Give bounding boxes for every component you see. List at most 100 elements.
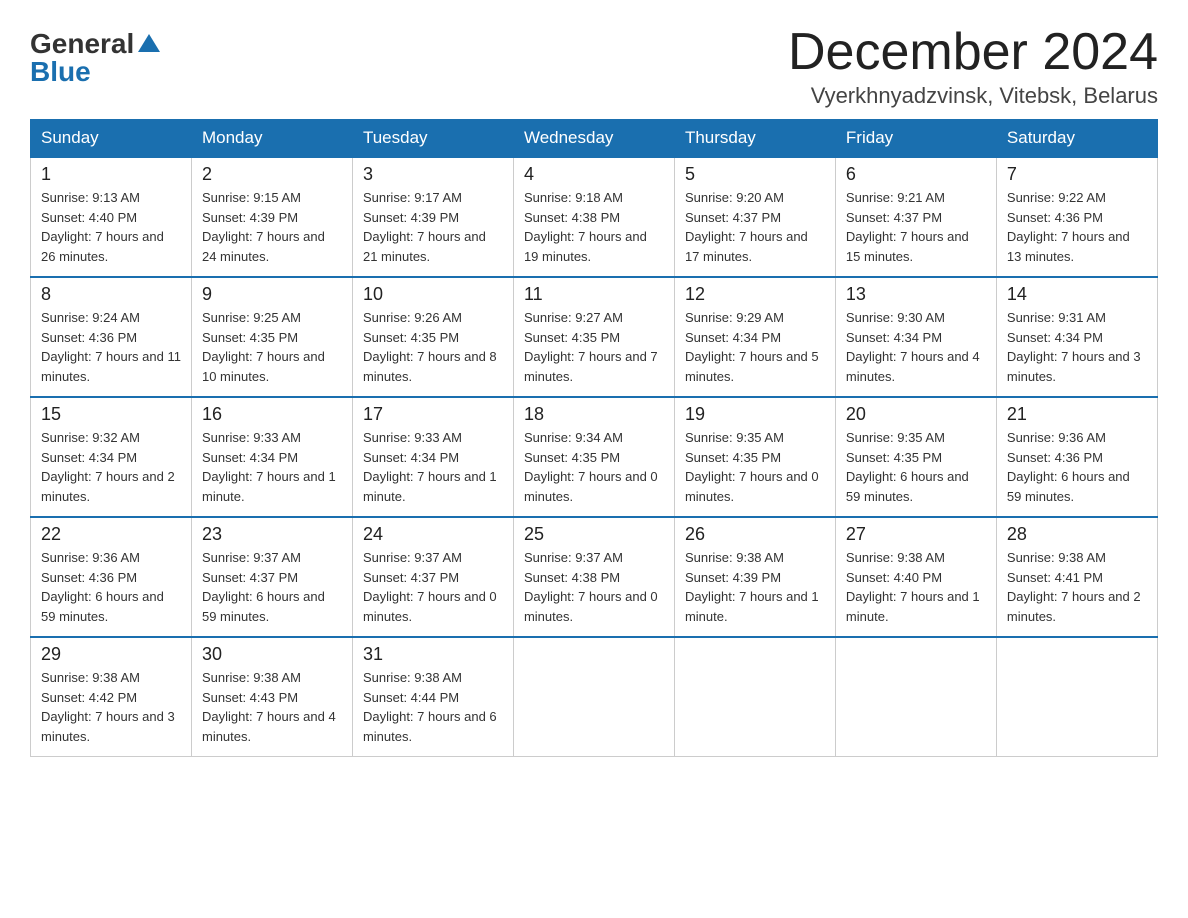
day-number: 16 bbox=[202, 404, 342, 425]
calendar-cell: 5 Sunrise: 9:20 AMSunset: 4:37 PMDayligh… bbox=[674, 157, 835, 277]
day-number: 7 bbox=[1007, 164, 1147, 185]
calendar-cell: 18 Sunrise: 9:34 AMSunset: 4:35 PMDaylig… bbox=[513, 397, 674, 517]
day-number: 29 bbox=[41, 644, 181, 665]
weekday-header-friday: Friday bbox=[835, 120, 996, 158]
calendar-cell: 14 Sunrise: 9:31 AMSunset: 4:34 PMDaylig… bbox=[996, 277, 1157, 397]
day-info: Sunrise: 9:22 AMSunset: 4:36 PMDaylight:… bbox=[1007, 190, 1130, 264]
location-title: Vyerkhnyadzvinsk, Vitebsk, Belarus bbox=[788, 83, 1158, 109]
month-title: December 2024 bbox=[788, 24, 1158, 81]
day-info: Sunrise: 9:17 AMSunset: 4:39 PMDaylight:… bbox=[363, 190, 486, 264]
day-info: Sunrise: 9:18 AMSunset: 4:38 PMDaylight:… bbox=[524, 190, 647, 264]
day-number: 4 bbox=[524, 164, 664, 185]
day-info: Sunrise: 9:36 AMSunset: 4:36 PMDaylight:… bbox=[41, 550, 164, 624]
day-number: 14 bbox=[1007, 284, 1147, 305]
day-info: Sunrise: 9:33 AMSunset: 4:34 PMDaylight:… bbox=[202, 430, 336, 504]
calendar-cell: 10 Sunrise: 9:26 AMSunset: 4:35 PMDaylig… bbox=[352, 277, 513, 397]
weekday-header-sunday: Sunday bbox=[31, 120, 192, 158]
day-info: Sunrise: 9:21 AMSunset: 4:37 PMDaylight:… bbox=[846, 190, 969, 264]
title-section: December 2024 Vyerkhnyadzvinsk, Vitebsk,… bbox=[788, 24, 1158, 109]
day-number: 1 bbox=[41, 164, 181, 185]
day-number: 11 bbox=[524, 284, 664, 305]
day-number: 17 bbox=[363, 404, 503, 425]
weekday-header-thursday: Thursday bbox=[674, 120, 835, 158]
day-info: Sunrise: 9:34 AMSunset: 4:35 PMDaylight:… bbox=[524, 430, 658, 504]
day-number: 2 bbox=[202, 164, 342, 185]
calendar-cell: 17 Sunrise: 9:33 AMSunset: 4:34 PMDaylig… bbox=[352, 397, 513, 517]
weekday-header-monday: Monday bbox=[191, 120, 352, 158]
logo-triangle-icon bbox=[138, 32, 160, 52]
day-number: 8 bbox=[41, 284, 181, 305]
day-info: Sunrise: 9:38 AMSunset: 4:43 PMDaylight:… bbox=[202, 670, 336, 744]
day-number: 18 bbox=[524, 404, 664, 425]
day-number: 24 bbox=[363, 524, 503, 545]
logo-general: General bbox=[30, 30, 134, 58]
calendar-cell: 21 Sunrise: 9:36 AMSunset: 4:36 PMDaylig… bbox=[996, 397, 1157, 517]
day-number: 20 bbox=[846, 404, 986, 425]
calendar-cell: 3 Sunrise: 9:17 AMSunset: 4:39 PMDayligh… bbox=[352, 157, 513, 277]
day-info: Sunrise: 9:29 AMSunset: 4:34 PMDaylight:… bbox=[685, 310, 819, 384]
day-info: Sunrise: 9:13 AMSunset: 4:40 PMDaylight:… bbox=[41, 190, 164, 264]
calendar-cell: 11 Sunrise: 9:27 AMSunset: 4:35 PMDaylig… bbox=[513, 277, 674, 397]
weekday-header-saturday: Saturday bbox=[996, 120, 1157, 158]
calendar-cell: 4 Sunrise: 9:18 AMSunset: 4:38 PMDayligh… bbox=[513, 157, 674, 277]
calendar-cell: 9 Sunrise: 9:25 AMSunset: 4:35 PMDayligh… bbox=[191, 277, 352, 397]
calendar-table: SundayMondayTuesdayWednesdayThursdayFrid… bbox=[30, 119, 1158, 757]
calendar-cell bbox=[674, 637, 835, 757]
calendar-cell: 2 Sunrise: 9:15 AMSunset: 4:39 PMDayligh… bbox=[191, 157, 352, 277]
week-row-1: 1 Sunrise: 9:13 AMSunset: 4:40 PMDayligh… bbox=[31, 157, 1158, 277]
day-number: 13 bbox=[846, 284, 986, 305]
day-info: Sunrise: 9:37 AMSunset: 4:38 PMDaylight:… bbox=[524, 550, 658, 624]
day-info: Sunrise: 9:38 AMSunset: 4:44 PMDaylight:… bbox=[363, 670, 497, 744]
week-row-2: 8 Sunrise: 9:24 AMSunset: 4:36 PMDayligh… bbox=[31, 277, 1158, 397]
day-info: Sunrise: 9:37 AMSunset: 4:37 PMDaylight:… bbox=[202, 550, 325, 624]
calendar-cell bbox=[513, 637, 674, 757]
calendar-cell: 12 Sunrise: 9:29 AMSunset: 4:34 PMDaylig… bbox=[674, 277, 835, 397]
day-info: Sunrise: 9:38 AMSunset: 4:39 PMDaylight:… bbox=[685, 550, 819, 624]
week-row-5: 29 Sunrise: 9:38 AMSunset: 4:42 PMDaylig… bbox=[31, 637, 1158, 757]
calendar-cell: 29 Sunrise: 9:38 AMSunset: 4:42 PMDaylig… bbox=[31, 637, 192, 757]
day-info: Sunrise: 9:25 AMSunset: 4:35 PMDaylight:… bbox=[202, 310, 325, 384]
week-row-4: 22 Sunrise: 9:36 AMSunset: 4:36 PMDaylig… bbox=[31, 517, 1158, 637]
calendar-cell: 8 Sunrise: 9:24 AMSunset: 4:36 PMDayligh… bbox=[31, 277, 192, 397]
day-number: 27 bbox=[846, 524, 986, 545]
calendar-cell: 30 Sunrise: 9:38 AMSunset: 4:43 PMDaylig… bbox=[191, 637, 352, 757]
weekday-header-tuesday: Tuesday bbox=[352, 120, 513, 158]
calendar-cell: 7 Sunrise: 9:22 AMSunset: 4:36 PMDayligh… bbox=[996, 157, 1157, 277]
day-info: Sunrise: 9:38 AMSunset: 4:41 PMDaylight:… bbox=[1007, 550, 1141, 624]
day-number: 22 bbox=[41, 524, 181, 545]
day-info: Sunrise: 9:15 AMSunset: 4:39 PMDaylight:… bbox=[202, 190, 325, 264]
calendar-cell: 25 Sunrise: 9:37 AMSunset: 4:38 PMDaylig… bbox=[513, 517, 674, 637]
day-info: Sunrise: 9:38 AMSunset: 4:40 PMDaylight:… bbox=[846, 550, 980, 624]
day-info: Sunrise: 9:38 AMSunset: 4:42 PMDaylight:… bbox=[41, 670, 175, 744]
day-number: 3 bbox=[363, 164, 503, 185]
day-number: 15 bbox=[41, 404, 181, 425]
day-number: 26 bbox=[685, 524, 825, 545]
day-number: 5 bbox=[685, 164, 825, 185]
page-header: General Blue December 2024 Vyerkhnyadzvi… bbox=[30, 24, 1158, 109]
calendar-cell: 15 Sunrise: 9:32 AMSunset: 4:34 PMDaylig… bbox=[31, 397, 192, 517]
day-number: 23 bbox=[202, 524, 342, 545]
calendar-cell: 19 Sunrise: 9:35 AMSunset: 4:35 PMDaylig… bbox=[674, 397, 835, 517]
day-number: 28 bbox=[1007, 524, 1147, 545]
day-info: Sunrise: 9:35 AMSunset: 4:35 PMDaylight:… bbox=[685, 430, 819, 504]
day-number: 6 bbox=[846, 164, 986, 185]
calendar-cell: 22 Sunrise: 9:36 AMSunset: 4:36 PMDaylig… bbox=[31, 517, 192, 637]
day-info: Sunrise: 9:37 AMSunset: 4:37 PMDaylight:… bbox=[363, 550, 497, 624]
day-info: Sunrise: 9:30 AMSunset: 4:34 PMDaylight:… bbox=[846, 310, 980, 384]
calendar-cell: 31 Sunrise: 9:38 AMSunset: 4:44 PMDaylig… bbox=[352, 637, 513, 757]
day-info: Sunrise: 9:33 AMSunset: 4:34 PMDaylight:… bbox=[363, 430, 497, 504]
day-info: Sunrise: 9:24 AMSunset: 4:36 PMDaylight:… bbox=[41, 310, 181, 384]
calendar-cell bbox=[835, 637, 996, 757]
calendar-cell: 26 Sunrise: 9:38 AMSunset: 4:39 PMDaylig… bbox=[674, 517, 835, 637]
day-info: Sunrise: 9:26 AMSunset: 4:35 PMDaylight:… bbox=[363, 310, 497, 384]
calendar-cell: 16 Sunrise: 9:33 AMSunset: 4:34 PMDaylig… bbox=[191, 397, 352, 517]
weekday-header-row: SundayMondayTuesdayWednesdayThursdayFrid… bbox=[31, 120, 1158, 158]
calendar-cell: 27 Sunrise: 9:38 AMSunset: 4:40 PMDaylig… bbox=[835, 517, 996, 637]
day-number: 21 bbox=[1007, 404, 1147, 425]
day-number: 10 bbox=[363, 284, 503, 305]
calendar-cell: 24 Sunrise: 9:37 AMSunset: 4:37 PMDaylig… bbox=[352, 517, 513, 637]
calendar-cell: 6 Sunrise: 9:21 AMSunset: 4:37 PMDayligh… bbox=[835, 157, 996, 277]
calendar-cell: 1 Sunrise: 9:13 AMSunset: 4:40 PMDayligh… bbox=[31, 157, 192, 277]
weekday-header-wednesday: Wednesday bbox=[513, 120, 674, 158]
day-info: Sunrise: 9:20 AMSunset: 4:37 PMDaylight:… bbox=[685, 190, 808, 264]
